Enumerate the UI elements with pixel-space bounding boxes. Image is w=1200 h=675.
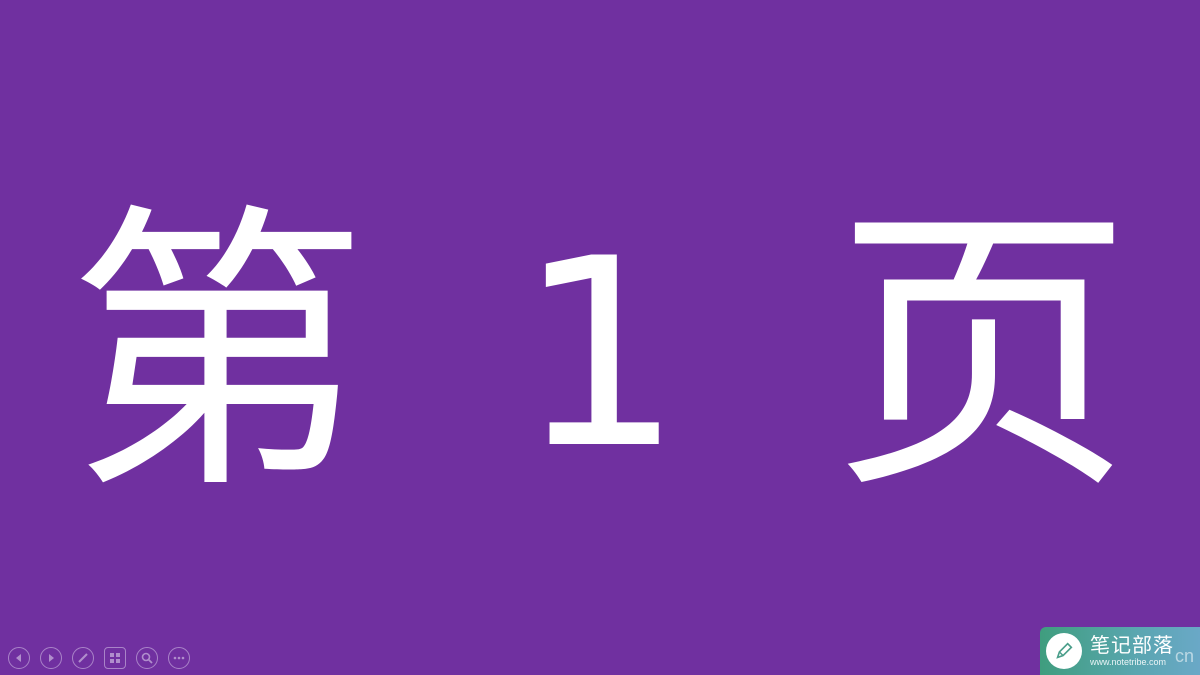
watermark-brand-cn: 笔记部落 [1090, 633, 1174, 657]
magnifier-icon [141, 652, 153, 664]
slide-title: 第 1 页 [0, 190, 1200, 520]
previous-slide-button[interactable] [8, 647, 30, 669]
ellipsis-icon [173, 656, 185, 660]
next-slide-button[interactable] [40, 647, 62, 669]
pen-icon [78, 653, 88, 663]
slideshow-controls [8, 647, 190, 669]
grid-icon [110, 653, 120, 663]
title-number: 1 [517, 204, 683, 506]
chevron-left-icon [16, 654, 21, 662]
slide-overview-button[interactable] [104, 647, 126, 669]
pen-tool-button[interactable] [72, 647, 94, 669]
zoom-button[interactable] [136, 647, 158, 669]
title-char-ye: 页 [832, 180, 1133, 529]
more-options-button[interactable] [168, 647, 190, 669]
watermark-brand-url: www.notetribe.com [1090, 657, 1167, 667]
watermark-logo-icon [1046, 633, 1082, 669]
presentation-slide: 第 1 页 笔记部落 www.notetribe.com cn [0, 0, 1200, 675]
watermark-text: 笔记部落 www.notetribe.com [1090, 635, 1174, 667]
chevron-right-icon [49, 654, 54, 662]
site-watermark: 笔记部落 www.notetribe.com cn [1040, 627, 1200, 675]
title-char-di: 第 [67, 180, 368, 529]
watermark-suffix: cn [1174, 646, 1194, 666]
